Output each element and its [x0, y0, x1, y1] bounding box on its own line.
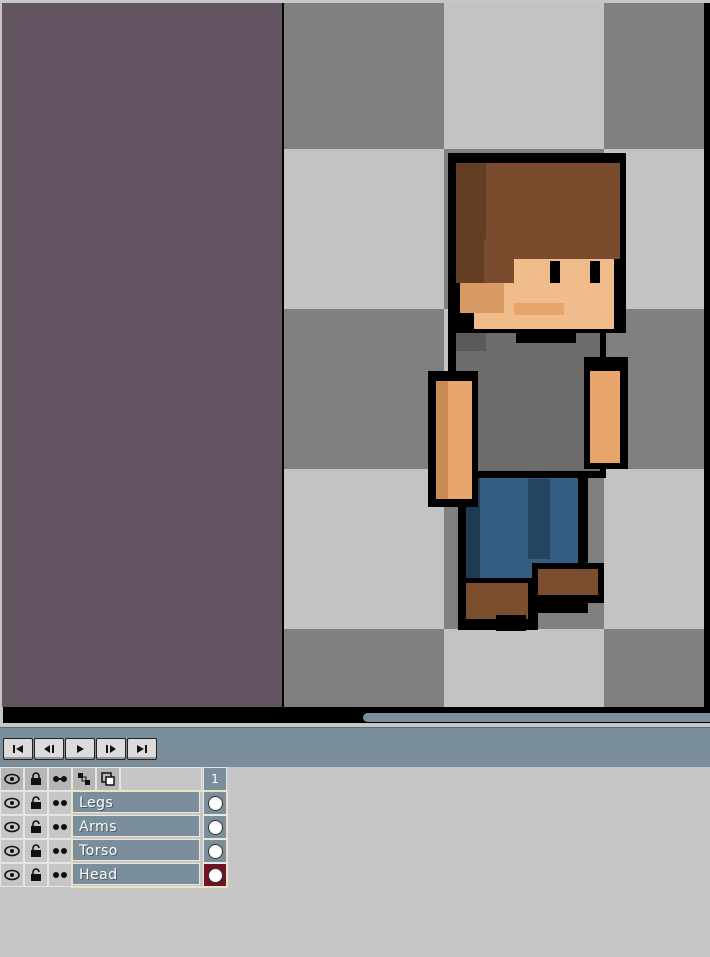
horizontal-scrollbar-thumb[interactable]: [363, 713, 710, 722]
header-spacer: [120, 767, 202, 791]
head-layer: [448, 153, 626, 333]
cel-legs[interactable]: [203, 791, 227, 815]
layers-panel: 1 Legs Arms Torso Head: [0, 767, 710, 957]
eye-icon[interactable]: [0, 815, 24, 839]
continuous-icon[interactable]: [48, 767, 72, 791]
layers-header: 1: [0, 767, 230, 791]
cel-dot-icon: [207, 867, 223, 883]
cel-torso[interactable]: [203, 839, 227, 863]
step-forward-icon: [106, 745, 116, 753]
cel-head-active[interactable]: [203, 863, 227, 887]
eye-icon[interactable]: [0, 863, 24, 887]
unlock-icon[interactable]: [24, 815, 48, 839]
continuous-icon[interactable]: [48, 863, 72, 887]
layer-name-arms[interactable]: Arms: [72, 815, 200, 837]
sprite-canvas[interactable]: [284, 3, 704, 707]
layer-name-head[interactable]: Head: [72, 863, 200, 885]
layer-name-torso[interactable]: Torso: [72, 839, 200, 861]
character-sprite: [428, 153, 628, 631]
skip-last-icon: [137, 745, 147, 753]
previous-frame-button[interactable]: [34, 738, 64, 760]
cel-dot-icon: [207, 819, 223, 835]
layer-row-arms[interactable]: Arms: [0, 815, 230, 839]
skip-first-icon: [13, 745, 23, 753]
last-frame-button[interactable]: [127, 738, 157, 760]
cel-dot-icon: [207, 795, 223, 811]
continuous-icon[interactable]: [48, 839, 72, 863]
step-back-icon: [44, 745, 54, 753]
layer-row-torso[interactable]: Torso: [0, 839, 230, 863]
continuous-icon[interactable]: [48, 815, 72, 839]
unlock-icon[interactable]: [24, 863, 48, 887]
layer-row-head[interactable]: Head: [0, 863, 230, 887]
new-layer-icon[interactable]: [96, 767, 120, 791]
frame-number-header[interactable]: 1: [203, 767, 227, 791]
timeline-toolbar: [0, 727, 710, 768]
play-button[interactable]: [65, 738, 95, 760]
eye-icon[interactable]: [0, 791, 24, 815]
layer-name-legs[interactable]: Legs: [72, 791, 200, 813]
editor-area: [0, 0, 710, 727]
lock-icon[interactable]: [24, 767, 48, 791]
unlock-icon[interactable]: [24, 791, 48, 815]
sprite-background-area[interactable]: [2, 3, 282, 707]
eye-icon[interactable]: [0, 767, 24, 791]
continuous-icon[interactable]: [48, 791, 72, 815]
link-icon[interactable]: [72, 767, 96, 791]
play-icon: [77, 745, 84, 753]
first-frame-button[interactable]: [3, 738, 33, 760]
cel-dot-icon: [207, 843, 223, 859]
eye-icon[interactable]: [0, 839, 24, 863]
cel-arms[interactable]: [203, 815, 227, 839]
legs-layer: [458, 463, 604, 631]
layer-row-legs[interactable]: Legs: [0, 791, 230, 815]
unlock-icon[interactable]: [24, 839, 48, 863]
next-frame-button[interactable]: [96, 738, 126, 760]
